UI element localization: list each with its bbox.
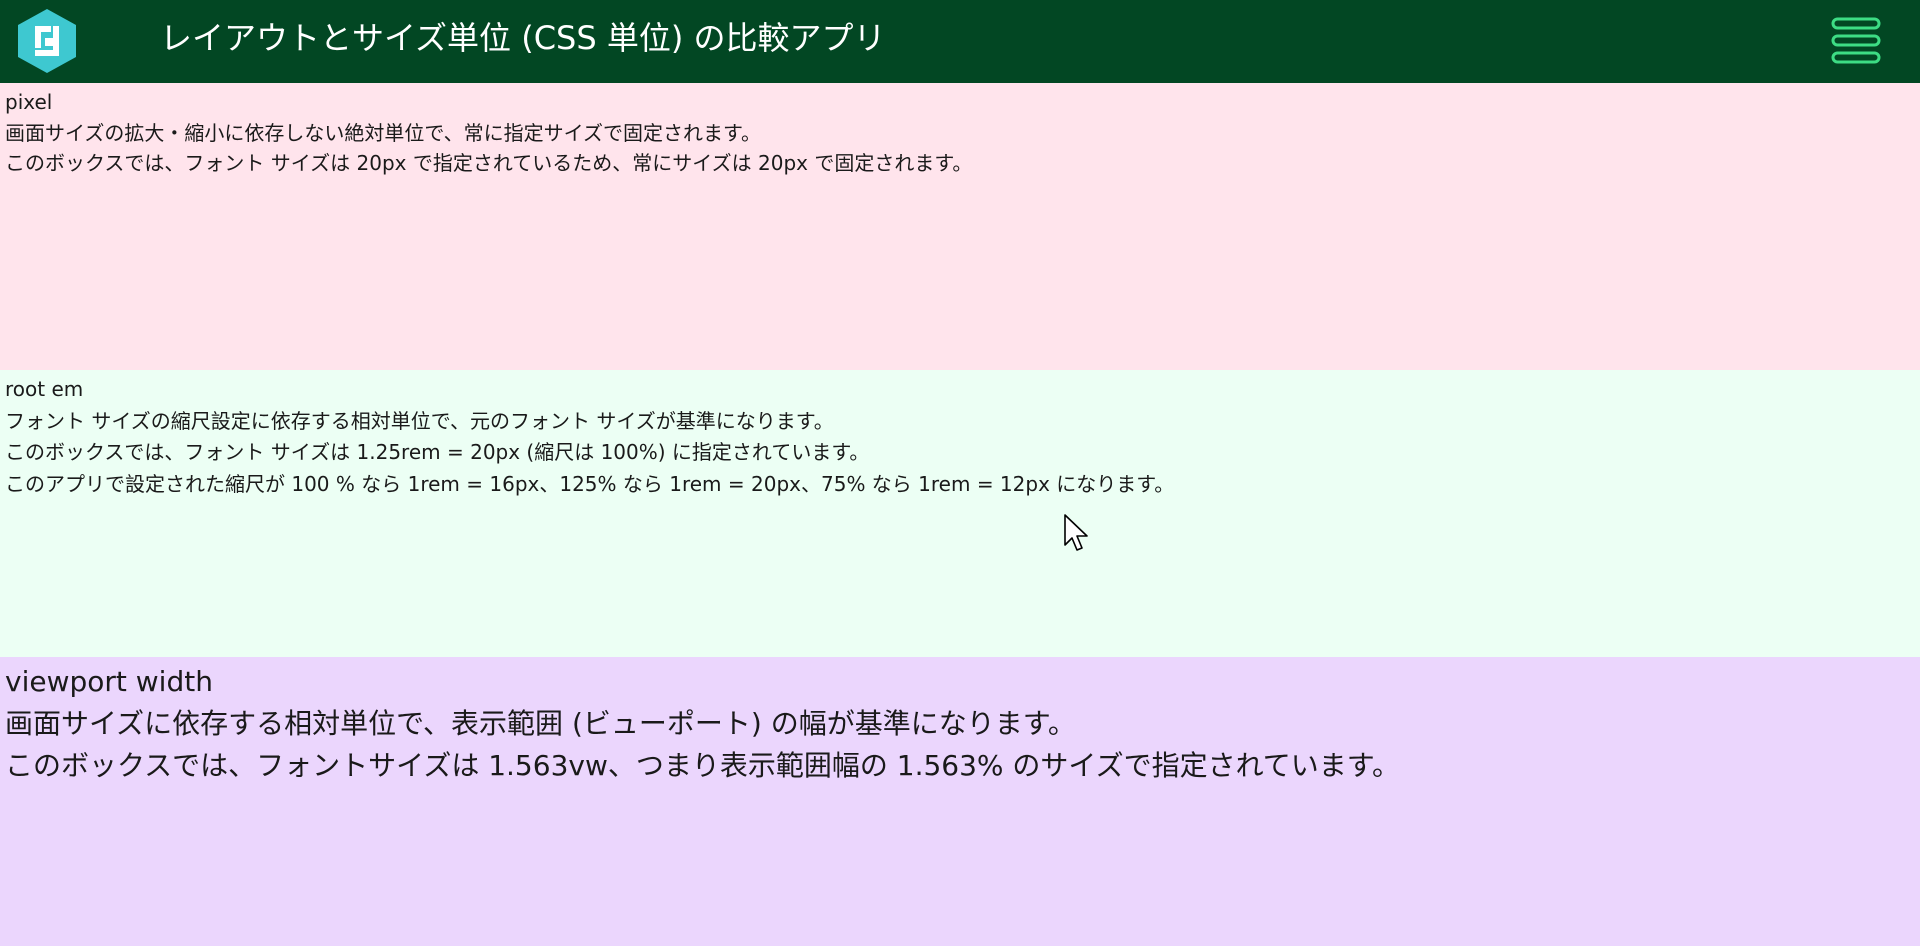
section-heading: viewport width: [5, 665, 213, 698]
pixel-section: pixel 画面サイズの拡大・縮小に依存しない絶対単位で、常に指定サイズで固定さ…: [0, 83, 1920, 370]
section-heading: pixel: [5, 90, 53, 114]
section-text: このボックスでは、フォント サイズは 1.25rem = 20px (縮尺は 1…: [5, 440, 870, 464]
section-text: 画面サイズの拡大・縮小に依存しない絶対単位で、常に指定サイズで固定されます。: [5, 120, 761, 145]
app-header: レイアウトとサイズ単位 (CSS 単位) の比較アプリ: [0, 0, 1920, 83]
vw-section: viewport width 画面サイズに依存する相対単位で、表示範囲 (ビュー…: [0, 657, 1920, 946]
section-text: このボックスでは、フォントサイズは 1.563vw、つまり表示範囲幅の 1.56…: [5, 749, 1400, 782]
section-heading: root em: [5, 377, 84, 401]
mouse-pointer-icon: [1064, 514, 1088, 551]
section-text: 画面サイズに依存する相対単位で、表示範囲 (ビューポート) の幅が基準になります…: [5, 707, 1076, 740]
section-text: フォント サイズの縮尺設定に依存する相対単位で、元のフォント サイズが基準になり…: [5, 408, 834, 433]
section-text: このボックスでは、フォント サイズは 20px で指定されているため、常にサイズ…: [5, 151, 973, 175]
page-title: レイアウトとサイズ単位 (CSS 単位) の比較アプリ: [160, 19, 886, 57]
rem-section: root em フォント サイズの縮尺設定に依存する相対単位で、元のフォント サ…: [0, 370, 1920, 657]
section-text: このアプリで設定された縮尺が 100 % なら 1rem = 16px、125%…: [5, 471, 1175, 496]
hamburger-menu-icon[interactable]: [1830, 16, 1882, 66]
app-logo-icon: [18, 9, 76, 73]
